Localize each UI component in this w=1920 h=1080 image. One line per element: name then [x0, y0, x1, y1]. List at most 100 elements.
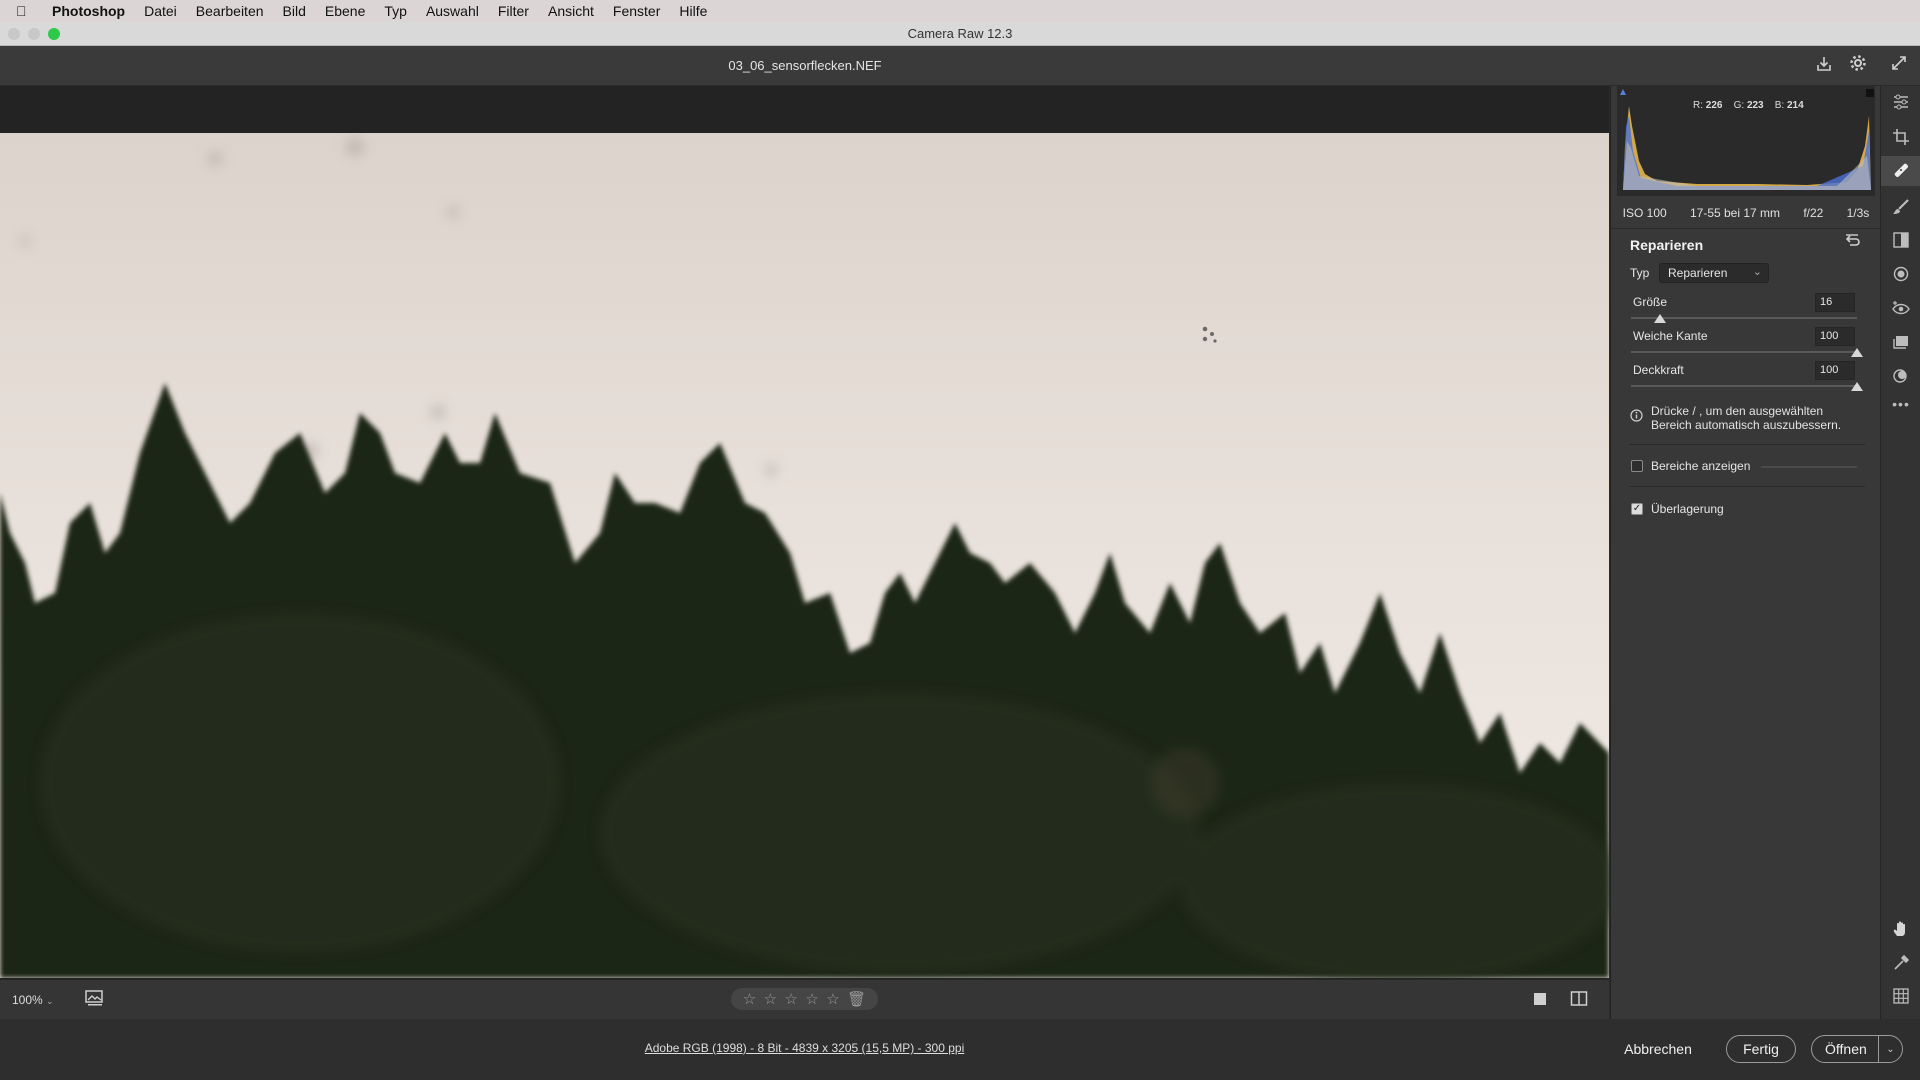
feather-slider-thumb[interactable] [1851, 348, 1863, 357]
opacity-label: Deckkraft [1633, 363, 1684, 377]
trash-icon[interactable]: 🗑 [847, 990, 866, 1008]
b-value: 214 [1786, 100, 1804, 111]
panel-divider [1629, 444, 1865, 445]
auto-repair-hint: Drücke / , um den ausgewählten Bereich a… [1651, 404, 1866, 432]
window-titlebar: Camera Raw 12.3 [0, 22, 1920, 46]
file-name: 03_06_sensorflecken.NEF [728, 58, 882, 73]
star-icon[interactable]: ☆ [743, 990, 756, 1008]
info-icon [1630, 409, 1643, 425]
panel-title: Reparieren [1630, 237, 1704, 253]
filmstrip-toggle-icon[interactable] [85, 990, 105, 1009]
chevron-down-icon: ⌄ [46, 996, 54, 1006]
menu-bearbeiten[interactable]: Bearbeiten [196, 3, 264, 19]
type-select-value: Reparieren [1668, 266, 1728, 280]
hint-line-2: Bereich automatisch auszubessern. [1651, 418, 1842, 432]
exif-shutter: 1/3s [1846, 206, 1870, 220]
rating-stars[interactable]: ☆ ☆ ☆ ☆ ☆ 🗑 [731, 988, 878, 1010]
exif-iso: ISO 100 [1622, 206, 1667, 220]
menu-auswahl[interactable]: Auswahl [426, 3, 479, 19]
tool-strip: ••• [1880, 86, 1920, 1019]
feather-value-field[interactable]: 100 [1815, 327, 1855, 346]
g-label: G: [1733, 100, 1745, 111]
menubar:  Photoshop Datei Bearbeiten Bild Ebene … [0, 0, 1920, 22]
color-sampler-icon[interactable] [1881, 954, 1920, 977]
photo-preview[interactable] [0, 133, 1609, 978]
window-title: Camera Raw 12.3 [907, 26, 1013, 41]
file-header: 03_06_sensorflecken.NEF [0, 46, 1920, 86]
opacity-slider-thumb[interactable] [1851, 382, 1863, 391]
show-areas-checkbox[interactable] [1631, 460, 1643, 472]
menu-photoshop[interactable]: Photoshop [52, 3, 125, 19]
chevron-down-icon: ⌄ [1752, 266, 1762, 278]
menu-hilfe[interactable]: Hilfe [679, 3, 707, 19]
radial-filter-icon[interactable] [1881, 266, 1920, 287]
menu-fenster[interactable]: Fenster [613, 3, 660, 19]
menu-ansicht[interactable]: Ansicht [548, 3, 594, 19]
cancel-button[interactable]: Abbrechen [1617, 1035, 1699, 1063]
hand-tool-icon[interactable] [1881, 920, 1920, 943]
edit-panel: R: 226 G: 223 B: 214 ISO 100 17-55 bei 1… [1610, 86, 1881, 1019]
red-eye-icon[interactable] [1881, 300, 1920, 321]
star-icon[interactable]: ☆ [785, 990, 798, 1008]
photo-forest-image [0, 133, 1609, 978]
workflow-options-link[interactable]: Adobe RGB (1998) - 8 Bit - 4839 x 3205 (… [0, 1041, 1609, 1055]
rgb-readout: R: 226 G: 223 B: 214 [1693, 100, 1804, 111]
zoom-level-select[interactable]: 100% ⌄ [12, 993, 54, 1007]
save-image-icon[interactable] [1815, 55, 1833, 78]
panel-divider [1629, 486, 1865, 487]
feather-slider[interactable] [1631, 351, 1857, 353]
menu-bild[interactable]: Bild [283, 3, 306, 19]
histogram: R: 226 G: 223 B: 214 [1617, 86, 1875, 196]
menu-ebene[interactable]: Ebene [325, 3, 365, 19]
size-value-field[interactable]: 16 [1815, 293, 1855, 312]
open-button[interactable]: Öffnen ⌄ [1811, 1035, 1903, 1063]
gear-icon[interactable] [1849, 54, 1867, 77]
done-button[interactable]: Fertig [1726, 1035, 1796, 1063]
single-view-icon[interactable] [1532, 991, 1548, 1012]
r-value: 226 [1705, 100, 1723, 111]
b-label: B: [1774, 100, 1785, 111]
fullscreen-icon[interactable] [1891, 55, 1907, 76]
more-options-icon[interactable]: ••• [1881, 396, 1920, 412]
chevron-down-icon[interactable]: ⌄ [1878, 1036, 1902, 1062]
show-areas-label[interactable]: Bereiche anzeigen [1651, 459, 1750, 473]
menu-filter[interactable]: Filter [498, 3, 529, 19]
footer-bar: Adobe RGB (1998) - 8 Bit - 4839 x 3205 (… [0, 1019, 1920, 1080]
r-label: R: [1693, 100, 1703, 111]
crop-icon[interactable] [1881, 128, 1920, 151]
hint-line-1: Drücke / , um den ausgewählten [1651, 404, 1824, 418]
type-select[interactable]: Reparieren ⌄ [1659, 263, 1769, 283]
star-icon[interactable]: ☆ [764, 990, 777, 1008]
g-value: 223 [1746, 100, 1764, 111]
star-icon[interactable]: ☆ [826, 990, 839, 1008]
feather-label: Weiche Kante [1633, 329, 1708, 343]
overlay-checkbox[interactable]: ✓ [1631, 503, 1643, 515]
graduated-filter-icon[interactable] [1881, 232, 1920, 253]
grid-overlay-icon[interactable] [1881, 988, 1920, 1009]
size-label: Größe [1633, 295, 1668, 309]
exif-lens: 17-55 bei 17 mm [1689, 206, 1781, 220]
presets-icon[interactable] [1881, 368, 1920, 389]
healing-brush-icon[interactable] [1881, 156, 1920, 186]
panel-divider [1611, 228, 1881, 229]
snapshots-icon[interactable] [1881, 334, 1920, 355]
show-areas-threshold-slider[interactable] [1761, 466, 1857, 468]
reset-tool-icon[interactable] [1844, 234, 1860, 251]
type-label: Typ [1630, 266, 1650, 280]
exif-aperture: f/22 [1803, 206, 1824, 220]
exif-info: ISO 100 17-55 bei 17 mm f/22 1/3s [1611, 202, 1881, 224]
status-bar: 100% ⌄ ☆ ☆ ☆ ☆ ☆ 🗑 [0, 979, 1609, 1019]
edit-sliders-icon[interactable] [1881, 94, 1920, 115]
open-button-label: Öffnen [1825, 1041, 1867, 1057]
adjustment-brush-icon[interactable] [1881, 198, 1920, 221]
before-after-icon[interactable] [1570, 990, 1588, 1013]
opacity-value-field[interactable]: 100 [1815, 361, 1855, 380]
opacity-slider[interactable] [1631, 385, 1857, 387]
overlay-label[interactable]: Überlagerung [1651, 502, 1724, 516]
menu-typ[interactable]: Typ [384, 3, 407, 19]
menu-datei[interactable]: Datei [144, 3, 177, 19]
star-icon[interactable]: ☆ [805, 990, 818, 1008]
size-slider-thumb[interactable] [1654, 314, 1667, 323]
apple-icon[interactable]:  [16, 3, 38, 19]
zoom-level-value: 100% [12, 993, 43, 1007]
